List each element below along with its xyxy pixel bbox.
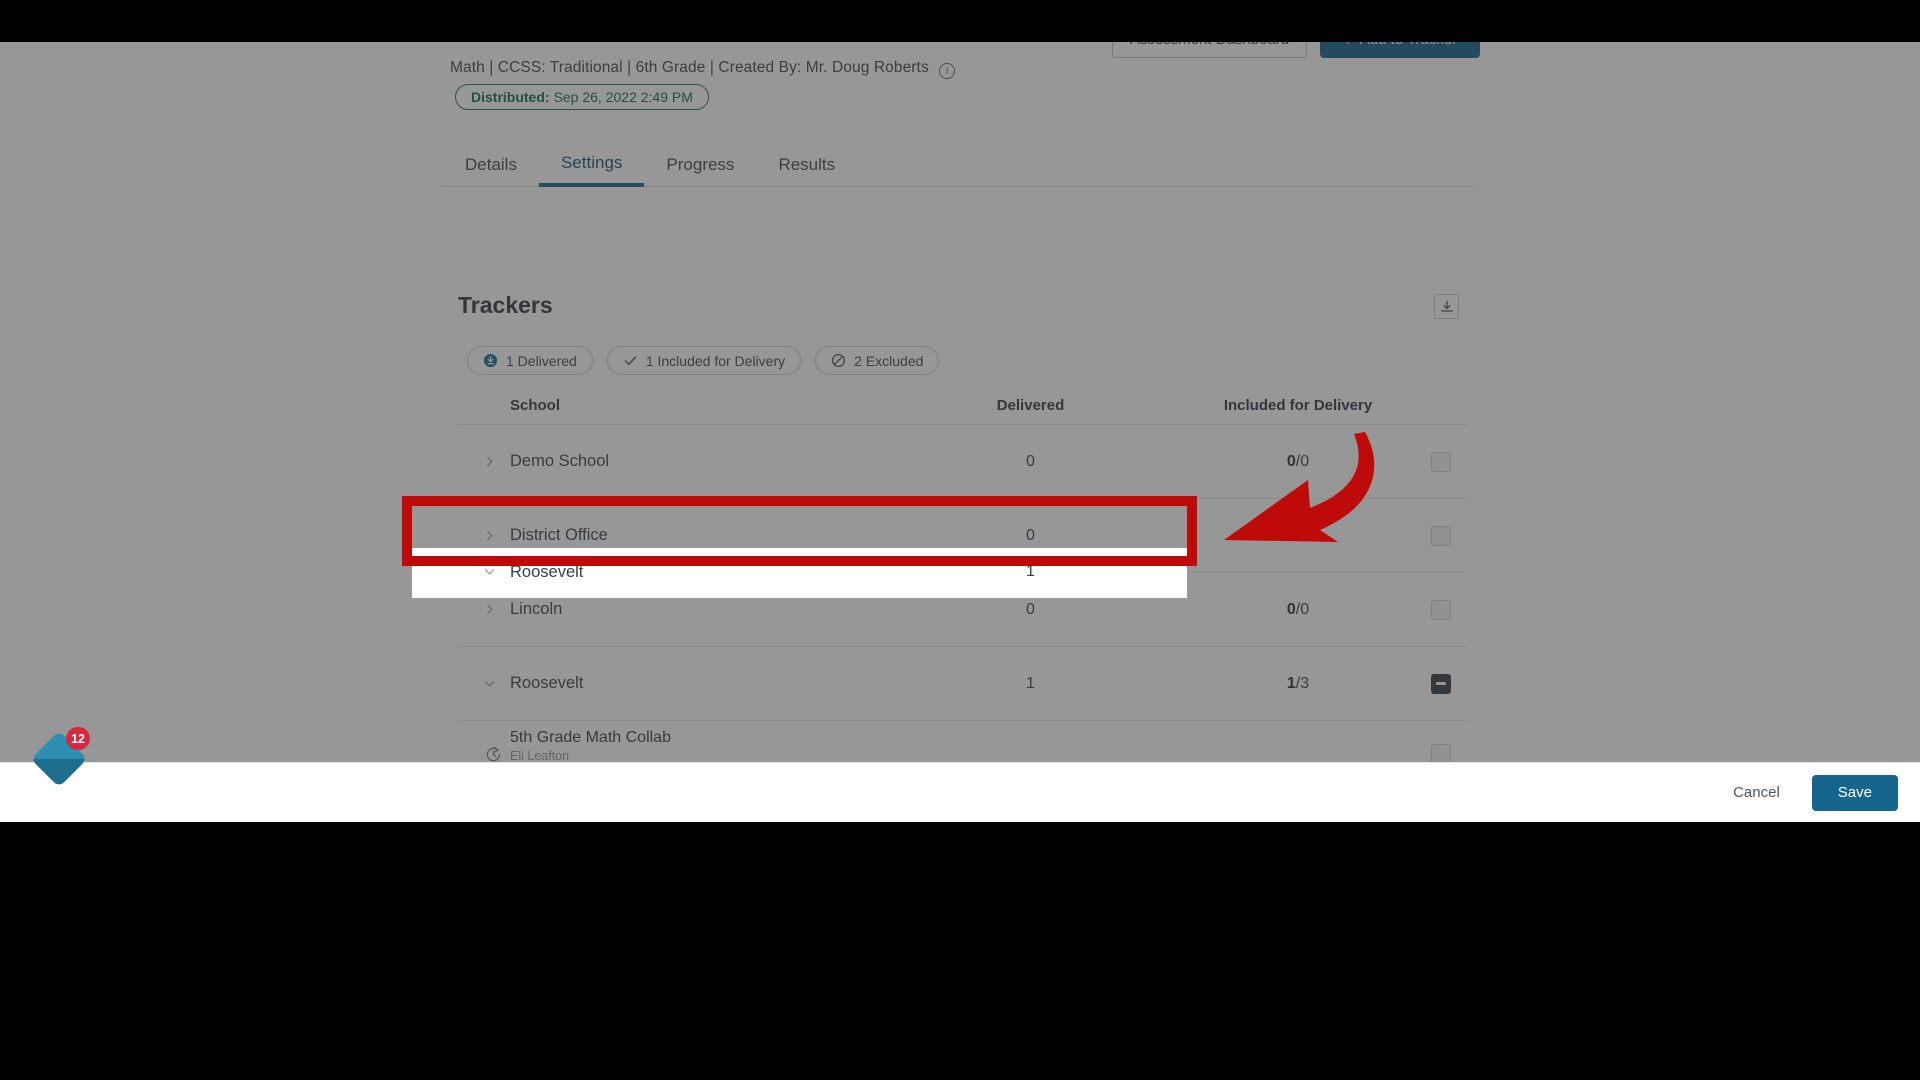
table-row-roosevelt[interactable]: Roosevelt 1 1/3 xyxy=(458,647,1468,721)
row-included-denominator: /3 xyxy=(1295,674,1310,692)
column-header-delivered: Delivered xyxy=(996,397,1065,414)
tracker-checkbox[interactable] xyxy=(1430,744,1451,764)
row-checkbox-cell[interactable] xyxy=(1413,599,1468,620)
export-button[interactable] xyxy=(1434,294,1459,319)
row-expand-caret[interactable] xyxy=(458,528,510,544)
row-included-numerator: 0 xyxy=(1286,452,1296,470)
export-download-icon xyxy=(1440,300,1453,312)
clock-rotate-icon xyxy=(486,746,501,761)
check-icon xyxy=(624,356,637,365)
tracker-icon-cell xyxy=(458,745,510,764)
row-included-count: 0/0 xyxy=(1183,527,1413,545)
chevron-right-icon xyxy=(487,456,493,466)
status-badge-distributed: Distributed: Sep 26, 2022 2:49 PM xyxy=(455,84,709,110)
row-checkbox[interactable] xyxy=(1430,599,1451,620)
chevron-right-icon xyxy=(487,604,493,614)
chevron-right-icon xyxy=(487,530,493,540)
row-included-count: 0/0 xyxy=(1183,601,1413,619)
page-content: Math | CCSS: Traditional | 6th Grade | C… xyxy=(0,42,1920,822)
column-header-school: School xyxy=(510,397,561,414)
tab-results[interactable]: Results xyxy=(756,142,857,187)
save-button[interactable]: Save xyxy=(1811,774,1898,811)
browser-viewport: Math | CCSS: Traditional | 6th Grade | C… xyxy=(0,42,1920,822)
row-expand-caret[interactable] xyxy=(458,454,510,470)
row-delivered-count: 0 xyxy=(1026,600,1035,618)
assessment-meta-text: Math | CCSS: Traditional | 6th Grade | C… xyxy=(450,59,929,76)
filter-chip-group: 1 Delivered 1 Included for Delivery 2 Ex… xyxy=(467,346,940,375)
assessment-dashboard-button[interactable]: Assessment Dashboard xyxy=(1112,42,1307,58)
tab-progress-label: Progress xyxy=(666,154,735,174)
row-school-name: Roosevelt xyxy=(510,562,584,581)
no-entry-icon xyxy=(832,353,846,368)
minus-icon xyxy=(1435,682,1446,685)
add-to-tracker-button[interactable]: + Add to Tracker xyxy=(1320,42,1480,58)
row-school-name: Lincoln xyxy=(510,600,563,618)
table-row-roosevelt-revealed[interactable]: Roosevelt 1 1/3 xyxy=(458,548,1187,598)
row-delivered-count: 0 xyxy=(1026,452,1035,470)
row-included-count: 1/3 xyxy=(1183,563,1187,581)
page-title: Trackers xyxy=(458,292,553,318)
highlight-reveal: Roosevelt 1 1/3 xyxy=(412,548,1187,598)
column-header-included: Included for Delivery xyxy=(1223,397,1373,414)
chip-excluded-label: 2 Excluded xyxy=(854,352,924,369)
row-school-name: District Office xyxy=(510,526,608,544)
row-included-count: 1/3 xyxy=(1183,675,1413,693)
cancel-button[interactable]: Cancel xyxy=(1711,775,1802,811)
tracker-title: 5th Grade Math Collab xyxy=(510,728,671,746)
tab-settings-label: Settings xyxy=(560,152,623,172)
row-checkbox-indeterminate[interactable] xyxy=(1430,673,1451,694)
row-delivered-count: 0 xyxy=(1026,526,1035,544)
chip-included-label: 1 Included for Delivery xyxy=(645,352,786,369)
row-checkbox-cell[interactable] xyxy=(1413,525,1468,546)
row-included-numerator: 1 xyxy=(1286,674,1296,692)
tab-details-label: Details xyxy=(465,154,517,174)
chip-excluded[interactable]: 2 Excluded xyxy=(815,346,940,375)
info-icon[interactable]: i xyxy=(939,63,956,79)
tab-results-label: Results xyxy=(778,154,836,174)
row-school-name: Roosevelt xyxy=(510,674,584,692)
screen: Math | CCSS: Traditional | 6th Grade | C… xyxy=(0,0,1920,1080)
chip-delivered-label: 1 Delivered xyxy=(506,352,577,369)
row-checkbox-cell[interactable] xyxy=(1413,673,1468,694)
row-included-denominator: /0 xyxy=(1295,526,1310,544)
row-collapse-caret[interactable] xyxy=(458,564,510,580)
distributed-label: Distributed: xyxy=(471,89,550,105)
assessment-meta-line: Math | CCSS: Traditional | 6th Grade | C… xyxy=(450,59,956,79)
row-school-name: Demo School xyxy=(510,452,610,470)
chip-included-for-delivery[interactable]: 1 Included for Delivery xyxy=(606,346,802,375)
tab-progress[interactable]: Progress xyxy=(644,142,756,187)
add-to-tracker-label: Add to Tracker xyxy=(1360,42,1458,48)
row-checkbox[interactable] xyxy=(1430,525,1451,546)
tracker-checkbox-cell[interactable] xyxy=(1413,744,1468,764)
tab-settings[interactable]: Settings xyxy=(538,142,645,187)
row-included-numerator: 0 xyxy=(1286,600,1296,618)
assessment-dashboard-label: Assessment Dashboard xyxy=(1130,42,1289,48)
plus-icon: + xyxy=(1343,42,1353,48)
table-row[interactable]: Demo School 0 0/0 xyxy=(458,425,1468,499)
row-included-count: 0/0 xyxy=(1183,453,1413,471)
row-included-denominator: /0 xyxy=(1295,600,1310,618)
chevron-down-icon xyxy=(484,569,495,575)
notification-badge: 12 xyxy=(66,727,90,750)
tab-bar: Details Settings Progress Results xyxy=(443,142,1473,187)
trackers-table: School Delivered Included for Delivery D… xyxy=(458,387,1468,822)
delivered-download-icon xyxy=(483,353,498,368)
row-included-denominator: /0 xyxy=(1295,452,1310,470)
table-header-row: School Delivered Included for Delivery xyxy=(458,387,1468,425)
tab-details[interactable]: Details xyxy=(443,142,539,187)
footer-action-bar: Cancel Save xyxy=(0,762,1920,822)
help-launcher[interactable]: 12 xyxy=(30,727,90,788)
chip-delivered[interactable]: 1 Delivered xyxy=(467,346,593,375)
row-checkbox-cell[interactable] xyxy=(1413,451,1468,472)
row-delivered-count: 1 xyxy=(1026,674,1035,692)
row-checkbox[interactable] xyxy=(1430,451,1451,472)
row-collapse-caret[interactable] xyxy=(458,676,510,692)
distributed-value: Sep 26, 2022 2:49 PM xyxy=(553,89,693,105)
chevron-down-icon xyxy=(484,680,495,686)
row-expand-caret[interactable] xyxy=(458,602,510,618)
row-included-numerator: 0 xyxy=(1286,526,1296,544)
row-delivered-count: 1 xyxy=(1026,563,1035,580)
